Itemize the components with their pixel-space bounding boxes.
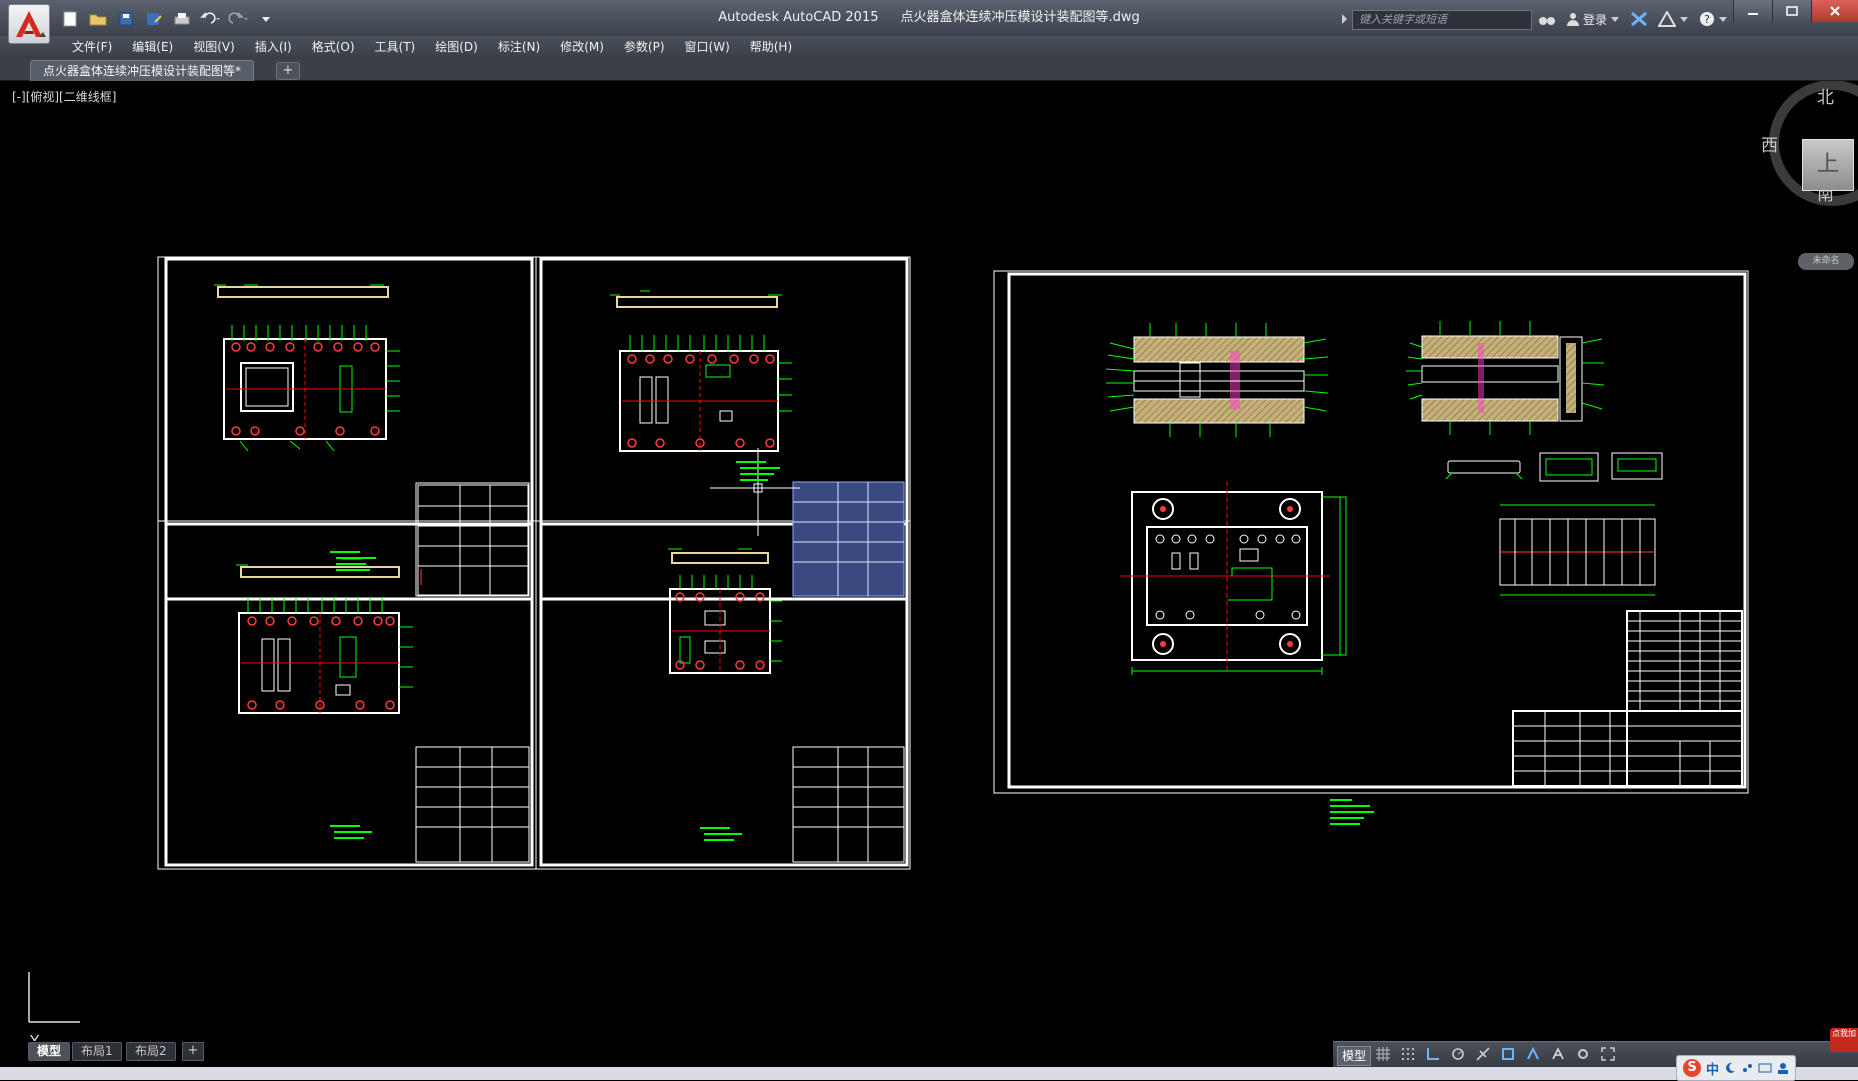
system-taskbar bbox=[0, 1067, 1858, 1080]
left-sheet-group bbox=[157, 256, 911, 870]
exchange-apps-icon[interactable] bbox=[1630, 11, 1648, 27]
ucs-icon bbox=[28, 972, 80, 1023]
section-view-a bbox=[1105, 323, 1329, 437]
ime-punct-icon bbox=[1743, 1064, 1753, 1072]
menu-window[interactable]: 窗口(W) bbox=[675, 36, 740, 58]
otrack-icon[interactable] bbox=[1500, 1046, 1516, 1062]
menu-format[interactable]: 格式(O) bbox=[302, 36, 365, 58]
open-folder-icon[interactable] bbox=[86, 8, 110, 30]
ucs-y-label: Y bbox=[30, 1032, 40, 1041]
fullscreen-icon[interactable] bbox=[1600, 1046, 1616, 1062]
die-plan-view-4 bbox=[668, 548, 782, 841]
autocad-logo-icon bbox=[16, 11, 46, 37]
ime-moon-icon bbox=[1726, 1062, 1736, 1073]
menu-help[interactable]: 帮助(H) bbox=[740, 36, 802, 58]
osnap-icon[interactable] bbox=[1475, 1046, 1491, 1062]
search-expand-icon[interactable] bbox=[1342, 14, 1347, 24]
new-file-icon[interactable] bbox=[58, 8, 82, 30]
binoculars-icon[interactable] bbox=[1538, 12, 1556, 26]
grid-icon[interactable] bbox=[1375, 1046, 1391, 1062]
save-as-icon[interactable] bbox=[142, 8, 166, 30]
annotation-icon[interactable] bbox=[1525, 1046, 1541, 1062]
menu-tools[interactable]: 工具(T) bbox=[365, 36, 426, 58]
file-name: 点火器盒体连续冲压模设计装配图等.dwg bbox=[900, 10, 1140, 25]
document-tab-label: 点火器盒体连续冲压模设计装配图等* bbox=[43, 64, 242, 78]
strip-layout bbox=[1499, 504, 1656, 596]
help-icon[interactable]: ? bbox=[1699, 11, 1728, 27]
menu-file[interactable]: 文件(F) bbox=[62, 36, 122, 58]
menu-edit[interactable]: 编辑(E) bbox=[122, 36, 183, 58]
die-plan-view-1 bbox=[214, 284, 400, 571]
model-space-button[interactable]: 模型 bbox=[1337, 1046, 1372, 1066]
user-icon bbox=[1567, 13, 1579, 26]
app-name: Autodesk AutoCAD 2015 bbox=[718, 10, 879, 25]
menu-draw[interactable]: 绘图(D) bbox=[425, 36, 488, 58]
ime-toolbar[interactable]: S 中 bbox=[1676, 1055, 1797, 1081]
file-tab-bar: 点火器盒体连续冲压模设计装配图等* + bbox=[0, 58, 1858, 81]
customize-qat-icon[interactable] bbox=[254, 8, 278, 30]
menu-dimension[interactable]: 标注(N) bbox=[488, 36, 550, 58]
window-controls bbox=[1733, 0, 1858, 22]
parts-list-table bbox=[1512, 610, 1743, 787]
workspace-icon[interactable] bbox=[1550, 1046, 1566, 1062]
drawing-canvas[interactable]: [-][俯视][二维线框] 北 西 南 Y bbox=[0, 81, 1858, 1041]
print-icon[interactable] bbox=[170, 8, 194, 30]
wcs-menu[interactable]: 未命名 bbox=[1798, 253, 1854, 270]
minimize-button[interactable] bbox=[1733, 0, 1772, 22]
sign-in-button[interactable]: 登录 bbox=[1566, 11, 1620, 28]
die-plan-view-2 bbox=[610, 290, 792, 481]
menu-parametric[interactable]: 参数(P) bbox=[614, 36, 675, 58]
document-tab[interactable]: 点火器盒体连续冲压模设计装配图等* bbox=[30, 60, 255, 81]
save-icon[interactable] bbox=[114, 8, 138, 30]
settings-icon[interactable] bbox=[1575, 1046, 1591, 1062]
detail-parts bbox=[1445, 452, 1663, 482]
menu-view[interactable]: 视图(V) bbox=[183, 36, 245, 58]
tab-layout1[interactable]: 布局1 bbox=[72, 1042, 122, 1061]
menu-bar: 文件(F) 编辑(E) 视图(V) 插入(I) 格式(O) 工具(T) 绘图(D… bbox=[0, 36, 1858, 59]
maximize-button[interactable] bbox=[1772, 0, 1811, 22]
assembly-plan-view bbox=[1120, 481, 1374, 825]
a360-icon[interactable] bbox=[1658, 11, 1689, 27]
svg-text:?: ? bbox=[1704, 13, 1710, 26]
ime-mode-label[interactable]: 中 bbox=[1706, 1059, 1719, 1078]
redo-icon[interactable] bbox=[226, 8, 250, 30]
viewcube-west[interactable]: 西 bbox=[1761, 131, 1778, 156]
ortho-icon[interactable] bbox=[1425, 1046, 1441, 1062]
application-menu-button[interactable] bbox=[8, 4, 50, 44]
menu-insert[interactable]: 插入(I) bbox=[245, 36, 302, 58]
die-plan-view-3 bbox=[236, 558, 422, 839]
assembly-sheet bbox=[993, 270, 1749, 825]
title-bar: Autodesk AutoCAD 2015 点火器盒体连续冲压模设计装配图等.dw… bbox=[0, 0, 1858, 44]
ime-keyboard-icon bbox=[1758, 1063, 1772, 1073]
notification-badge[interactable]: 点我加 bbox=[1830, 1028, 1858, 1052]
add-layout-button[interactable]: + bbox=[182, 1042, 204, 1061]
sogou-ime-icon[interactable]: S bbox=[1683, 1059, 1701, 1077]
status-toggles bbox=[1375, 1046, 1616, 1062]
polar-icon[interactable] bbox=[1450, 1046, 1466, 1062]
viewcube-top-face[interactable]: 上 bbox=[1802, 139, 1854, 191]
sign-in-label: 登录 bbox=[1583, 12, 1608, 27]
viewcube-north[interactable]: 北 bbox=[1817, 83, 1834, 108]
infocenter-toolbar: 登录 ? bbox=[1538, 8, 1728, 30]
ime-user-icon bbox=[1778, 1063, 1789, 1074]
close-button[interactable] bbox=[1811, 0, 1858, 22]
search-input[interactable]: 键入关键字或短语 bbox=[1352, 10, 1532, 30]
section-view-b bbox=[1406, 321, 1605, 435]
tab-model[interactable]: 模型 bbox=[28, 1042, 71, 1061]
undo-icon[interactable] bbox=[198, 8, 222, 30]
snap-icon[interactable] bbox=[1400, 1046, 1416, 1062]
new-tab-button[interactable]: + bbox=[276, 62, 300, 80]
tab-layout2[interactable]: 布局2 bbox=[126, 1042, 176, 1061]
menu-modify[interactable]: 修改(M) bbox=[550, 36, 614, 58]
quick-access-toolbar bbox=[58, 8, 278, 30]
cad-drawing bbox=[28, 81, 1858, 1023]
